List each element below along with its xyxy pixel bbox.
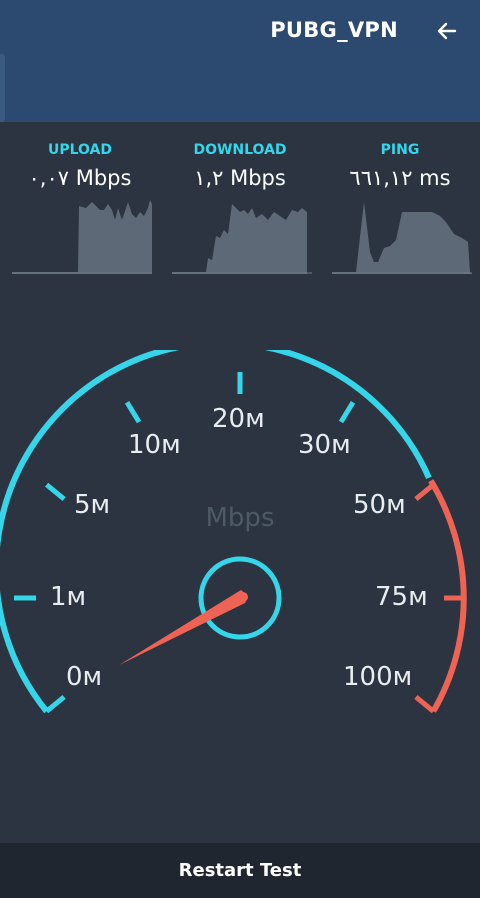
gauge-unit-label: Mbps (205, 503, 275, 533)
ping-label: PING (380, 142, 420, 158)
download-label: DOWNLOAD (193, 142, 287, 158)
download-stat: DOWNLOAD ١,٢ Mbps (160, 122, 320, 292)
gauge-tick-0m (45, 694, 66, 714)
bottom-bar: Restart Test (0, 843, 480, 898)
stats-panel: UPLOAD ٠,٠٧ Mbps DOWNLOAD ١,٢ Mbps PING … (0, 122, 480, 292)
side-edge-tab[interactable] (0, 54, 5, 122)
gauge-tick-label-5m: 5м (74, 490, 111, 520)
gauge-tick-label-75m: 75м (375, 582, 428, 612)
download-graph (172, 204, 312, 274)
app-title: PUBG_VPN (270, 18, 398, 42)
ping-value: ٦٦١,١٢ ms (349, 166, 451, 190)
gauge-tick-30m (338, 400, 356, 424)
upload-value: ٠,٠٧ Mbps (28, 166, 132, 190)
gauge-tick-label-1m: 1м (50, 582, 87, 612)
gauge-tick-5m (45, 482, 66, 502)
ping-graph (332, 202, 472, 274)
gauge-tick-10m (124, 400, 142, 424)
upload-graph (12, 200, 152, 274)
gauge-tick-label-30m: 30м (298, 430, 351, 460)
upload-stat: UPLOAD ٠,٠٧ Mbps (0, 122, 160, 292)
download-value: ١,٢ Mbps (194, 166, 286, 190)
gauge-needle-hub (238, 592, 248, 602)
restart-test-button[interactable]: Restart Test (179, 860, 302, 881)
gauge-tick-50m (414, 482, 435, 502)
gauge-tick-100m (414, 694, 435, 714)
arrow-left-icon (437, 22, 457, 40)
gauge-needle (119, 590, 247, 665)
back-button[interactable] (430, 14, 464, 48)
ping-stat: PING ٦٦١,١٢ ms (320, 122, 480, 292)
gauge-tick-label-50m: 50м (353, 490, 406, 520)
gauge-tick-label-100m: 100м (343, 662, 413, 692)
app-bar: PUBG_VPN (0, 0, 480, 122)
gauge-tick-label-0m: 0м (66, 662, 103, 692)
gauge-tick-label-20m: 20м (212, 404, 265, 434)
upload-label: UPLOAD (47, 142, 113, 158)
gauge-tick-label-10m: 10м (128, 430, 181, 460)
